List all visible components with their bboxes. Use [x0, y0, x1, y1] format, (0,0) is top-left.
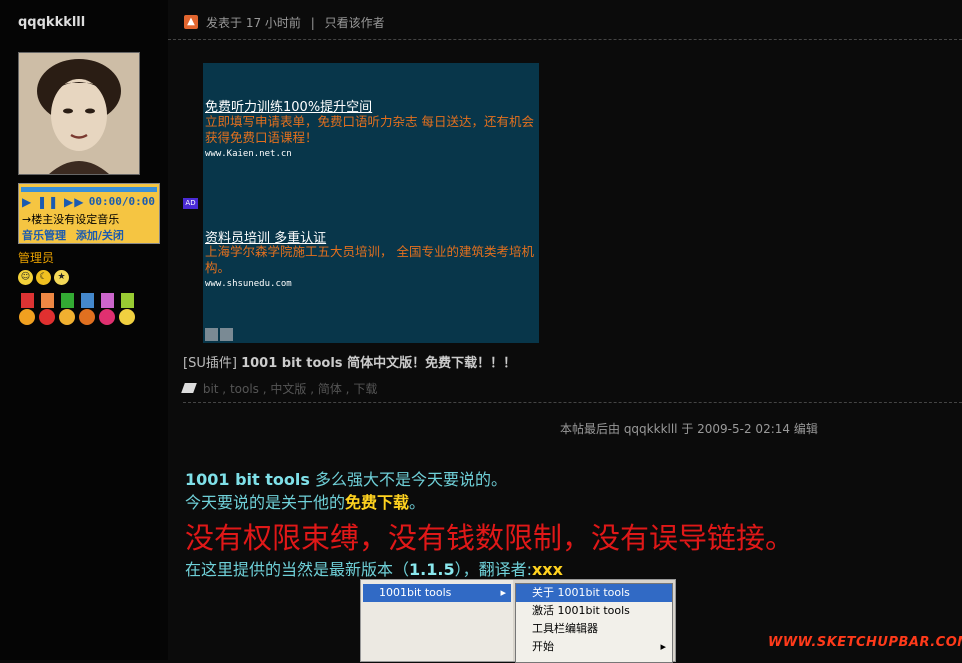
separator: |	[310, 16, 315, 30]
music-time: 00:00/0:00	[88, 195, 155, 208]
content-line: 1001 bit tools 多么强大不是今天要说的。	[185, 466, 507, 490]
medal-icon[interactable]	[78, 293, 97, 328]
music-progress-bar[interactable]	[21, 187, 157, 192]
submenu-item: 工具栏编辑器	[532, 622, 598, 635]
content-text: ），翻译者:	[454, 560, 532, 579]
submenu-item: 激活 1001bit tools	[532, 604, 630, 617]
play-controls[interactable]: ▶ ❚❚ ▶▶	[22, 195, 84, 209]
content-text: 多么强大不是今天要说的。	[309, 470, 507, 489]
ad-url[interactable]: www.Kaien.net.cn	[205, 149, 292, 159]
submenu-item: 开始 ▸	[516, 638, 672, 656]
tag-link[interactable]: 下载	[353, 382, 377, 396]
medal-icon[interactable]	[58, 293, 77, 328]
avatar[interactable]	[18, 52, 140, 175]
translator-text: xxx	[531, 560, 563, 579]
menu-item-label: 1001bit tools	[379, 586, 452, 599]
ad-description[interactable]: 立即填写申请表单，免费口语听力杂志 每日送达，还有机会获得免费口语课程！	[205, 114, 537, 146]
content-text: 。	[409, 493, 426, 512]
music-toggle-link[interactable]: 添加/关闭	[76, 229, 124, 242]
user-role: 管理员	[18, 251, 55, 265]
submenu-item-label: 开始	[532, 640, 554, 653]
rank-icons: ☺ ☾ ★	[18, 270, 69, 285]
post-header: ▲ 发表于 17 小时前 | 只看该作者	[168, 5, 962, 40]
post-time: 发表于 17 小时前	[206, 16, 301, 30]
tag-icon	[181, 383, 197, 393]
medal-icon[interactable]	[98, 293, 117, 328]
star-icon: ★	[54, 270, 69, 285]
tag-link[interactable]: bit	[203, 382, 219, 396]
ad-url[interactable]: www.shsunedu.com	[205, 279, 292, 289]
thread-title-text: 1001 bit tools 简体中文版！免费下载！！！	[241, 356, 517, 371]
music-player: ▶ ❚❚ ▶▶ 00:00/0:00 →楼主没有设定音乐 音乐管理 添加/关闭	[18, 183, 160, 244]
divider	[183, 402, 962, 403]
moon-icon: ☾	[36, 270, 51, 285]
smiley-icon: ☺	[18, 270, 33, 285]
tag-link[interactable]: 简体	[318, 382, 342, 396]
ad-box[interactable]: 免费听力训练100%提升空间 立即填写申请表单，免费口语听力杂志 每日送达，还有…	[203, 63, 539, 343]
tag-link[interactable]: 中文版	[270, 382, 306, 396]
content-text: 今天要说的是关于他的	[185, 493, 346, 512]
watermark-text: WWW.SKETCHUPBAR.COM	[768, 635, 962, 650]
medal-icon[interactable]	[38, 293, 57, 328]
chevron-right-icon: ▸	[500, 586, 506, 599]
ad-next-button[interactable]	[220, 328, 233, 341]
thread-title: [SU插件] 1001 bit tools 简体中文版！免费下载！！！	[183, 352, 516, 371]
free-download-text: 免费下载	[345, 493, 410, 512]
user-post-icon: ▲	[184, 15, 198, 29]
menu-item-1001bit: 1001bit tools ▸	[363, 584, 511, 602]
edit-note: 本帖最后由 qqqkkklll 于 2009-5-2 02:14 编辑	[560, 422, 818, 436]
ad-prev-button[interactable]	[205, 328, 218, 341]
product-name: 1001 bit tools	[185, 470, 310, 489]
music-manage-link[interactable]: 音乐管理	[22, 229, 66, 242]
music-note: →楼主没有设定音乐	[22, 213, 120, 226]
author-only-link[interactable]: 只看该作者	[325, 16, 385, 30]
content-line: 在这里提供的当然是最新版本（1.1.5），翻译者:xxx	[185, 556, 563, 580]
thread-category[interactable]: [SU插件]	[183, 356, 237, 371]
chevron-right-icon: ▸	[660, 640, 666, 653]
version-text: 1.1.5	[409, 560, 455, 579]
menu-screenshot-image: 1001bit tools ▸ 关于 1001bit tools 激活 1001b…	[360, 579, 676, 663]
ad-badge-icon: AD	[183, 198, 198, 209]
submenu: 关于 1001bit tools 激活 1001bit tools 工具栏编辑器…	[515, 583, 673, 663]
ad-description[interactable]: 上海学尔森学院施工五大员培训， 全国专业的建筑类考培机构。	[205, 244, 537, 276]
tag-list: bit , tools , 中文版 , 简体 , 下载	[181, 380, 377, 397]
avatar-portrait	[19, 53, 139, 174]
medals	[18, 293, 138, 328]
content-text: 在这里提供的当然是最新版本（	[185, 560, 410, 579]
ad-title-link[interactable]: 免费听力训练100%提升空间	[205, 96, 372, 115]
tag-link[interactable]: tools	[230, 382, 259, 396]
content-line: 今天要说的是关于他的免费下载。	[185, 489, 425, 513]
user-sidebar: qqqkkklll ▶ ❚❚ ▶▶ 00:00/0:00 →楼主没有设定音乐 音…	[0, 0, 168, 660]
username-link[interactable]: qqqkkklll	[18, 15, 85, 30]
medal-icon[interactable]	[118, 293, 137, 328]
submenu-item: 关于 1001bit tools	[516, 584, 672, 602]
headline-text: 没有权限束缚，没有钱数限制，没有误导链接。	[185, 521, 795, 555]
medal-icon[interactable]	[18, 293, 37, 328]
